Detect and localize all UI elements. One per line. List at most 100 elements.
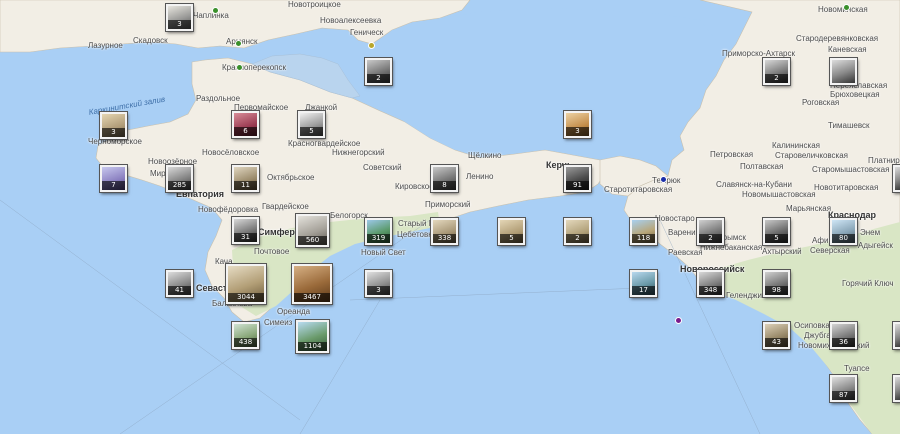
photo-count: 3 [168, 20, 191, 29]
place-label-novostaro: Новостаро [655, 214, 695, 223]
place-label-novoselovskoe: Новосёловское [202, 148, 260, 157]
photo-marker[interactable]: 5 [298, 111, 325, 138]
place-label-akhtyrskiy: Ахтырский [762, 247, 802, 256]
photo-count: 3 [367, 286, 390, 295]
photo-marker[interactable]: 43 [763, 322, 790, 349]
photo-count: 5 [300, 127, 323, 136]
photo-count: 2 [367, 74, 390, 83]
photo-count: 438 [234, 338, 257, 347]
photo-marker[interactable]: 338 [431, 218, 458, 245]
location-dot[interactable] [369, 43, 374, 48]
photo-count: 6 [234, 127, 257, 136]
photo-marker[interactable]: 285 [166, 165, 193, 192]
photo-marker[interactable] [893, 375, 900, 402]
place-label-primorskiy: Приморский [425, 200, 471, 209]
photo-marker[interactable]: 3467 [292, 264, 332, 304]
photo-count: 2 [566, 234, 589, 243]
photo-count: 3 [102, 128, 125, 137]
location-dot[interactable] [236, 41, 241, 46]
place-label-timashevsk: Тимашевск [828, 121, 870, 130]
photo-marker[interactable]: 3044 [226, 264, 266, 304]
photo-marker[interactable]: 7 [100, 165, 127, 192]
place-label-kanevskaya: Каневская [828, 45, 867, 54]
photo-marker[interactable]: 11 [232, 165, 259, 192]
photo-count: 7 [102, 181, 125, 190]
photo-marker[interactable]: 98 [763, 270, 790, 297]
photo-count: 560 [298, 236, 327, 245]
photo-marker[interactable]: 41 [166, 270, 193, 297]
photo-marker[interactable]: 3 [564, 111, 591, 138]
place-label-dzhubga: Джубга [804, 331, 831, 340]
photo-marker[interactable] [893, 322, 900, 349]
photo-count: 3467 [294, 293, 330, 302]
photo-marker[interactable]: 2 [763, 58, 790, 85]
photo-marker[interactable]: 2 [697, 218, 724, 245]
place-label-enem: Энем [860, 228, 881, 237]
photo-marker[interactable]: 80 [830, 218, 857, 245]
location-dot[interactable] [676, 318, 681, 323]
place-label-razdolnoe: Раздольное [196, 94, 241, 103]
photo-count: 11 [234, 181, 257, 190]
place-label-lazurnoe: Лазурное [88, 41, 123, 50]
place-label-novominskaya: Новоминская [818, 5, 868, 14]
photo-count: 98 [765, 286, 788, 295]
location-dot[interactable] [661, 177, 666, 182]
location-dot[interactable] [844, 5, 849, 10]
photo-marker[interactable]: 3 [166, 4, 193, 31]
photo-count: 2 [765, 74, 788, 83]
place-label-oreanda: Ореанда [277, 307, 311, 316]
photo-count: 80 [832, 234, 855, 243]
place-label-krasnogvardeyskoe: Красногвардейское [288, 139, 361, 148]
photo-marker[interactable]: 91 [564, 165, 591, 192]
photo-count: 285 [168, 181, 191, 190]
photo-count: 319 [367, 234, 390, 243]
photo-marker[interactable]: 438 [232, 322, 259, 349]
photo-count: 3 [566, 127, 589, 136]
photo-marker[interactable]: 5 [498, 218, 525, 245]
place-label-nizhnegorsky: Нижнегорский [332, 148, 385, 157]
place-label-simeiz: Симеиз [264, 318, 293, 327]
photo-marker[interactable]: 560 [296, 214, 329, 247]
place-label-novotitarovskaya: Новотитаровская [814, 183, 879, 192]
photo-count: 1104 [298, 342, 327, 351]
photo-marker[interactable]: 319 [365, 218, 392, 245]
photo-marker[interactable]: 36 [830, 322, 857, 349]
photo-marker[interactable]: 6 [232, 111, 259, 138]
place-label-slavyansk: Славянск-на-Кубани [716, 180, 792, 189]
place-label-raevskaya: Раевская [668, 248, 703, 257]
photo-marker[interactable]: 2 [564, 218, 591, 245]
photo-count: 91 [566, 181, 589, 190]
photo-marker[interactable] [830, 58, 857, 85]
photo-marker[interactable]: 17 [630, 270, 657, 297]
place-label-chaplinka: Чаплинка [193, 11, 229, 20]
place-label-starovelichkovskaya: Старовеличковская [775, 151, 849, 160]
place-label-starotitarovskaya: Старотитаровская [604, 185, 673, 194]
photo-marker[interactable]: 5 [763, 218, 790, 245]
place-label-pochtovoe: Почтовое [254, 247, 290, 256]
place-label-krasnoperekopsk: Красноперекопск [222, 63, 286, 72]
place-label-rogovskaya: Роговская [802, 98, 840, 107]
map-view[interactable]: Каркинитский залив Чаплинка Новотроицкое… [0, 0, 900, 434]
place-label-adygeysk: Адыгейск [858, 241, 893, 250]
place-label-gelendzhik: Геленджик [726, 291, 766, 300]
location-dot[interactable] [213, 8, 218, 13]
place-label-lenino: Ленино [466, 172, 494, 181]
photo-marker[interactable]: 31 [232, 217, 259, 244]
photo-marker[interactable]: 87 [830, 375, 857, 402]
place-label-belogorsk: Белогорск [330, 211, 368, 220]
location-dot[interactable] [237, 65, 242, 70]
photo-marker[interactable]: 8 [431, 165, 458, 192]
place-label-primorsko-akhtarsk: Приморско-Ахтарск [722, 49, 795, 58]
photo-marker[interactable]: 2 [365, 58, 392, 85]
photo-marker[interactable] [893, 165, 900, 192]
photo-marker[interactable]: 3 [365, 270, 392, 297]
photo-count: 348 [699, 286, 722, 295]
place-label-novofedorovka: Новофёдоровка [198, 205, 259, 214]
place-label-skadovsk: Скадовск [133, 36, 168, 45]
photo-marker[interactable]: 118 [630, 218, 657, 245]
place-label-novoderevyankovskaya: Стародеревянковская [796, 34, 879, 43]
photo-marker[interactable]: 1104 [296, 320, 329, 353]
place-label-kalininskaya: Калининская [772, 141, 821, 150]
photo-marker[interactable]: 348 [697, 270, 724, 297]
photo-marker[interactable]: 3 [100, 112, 127, 139]
